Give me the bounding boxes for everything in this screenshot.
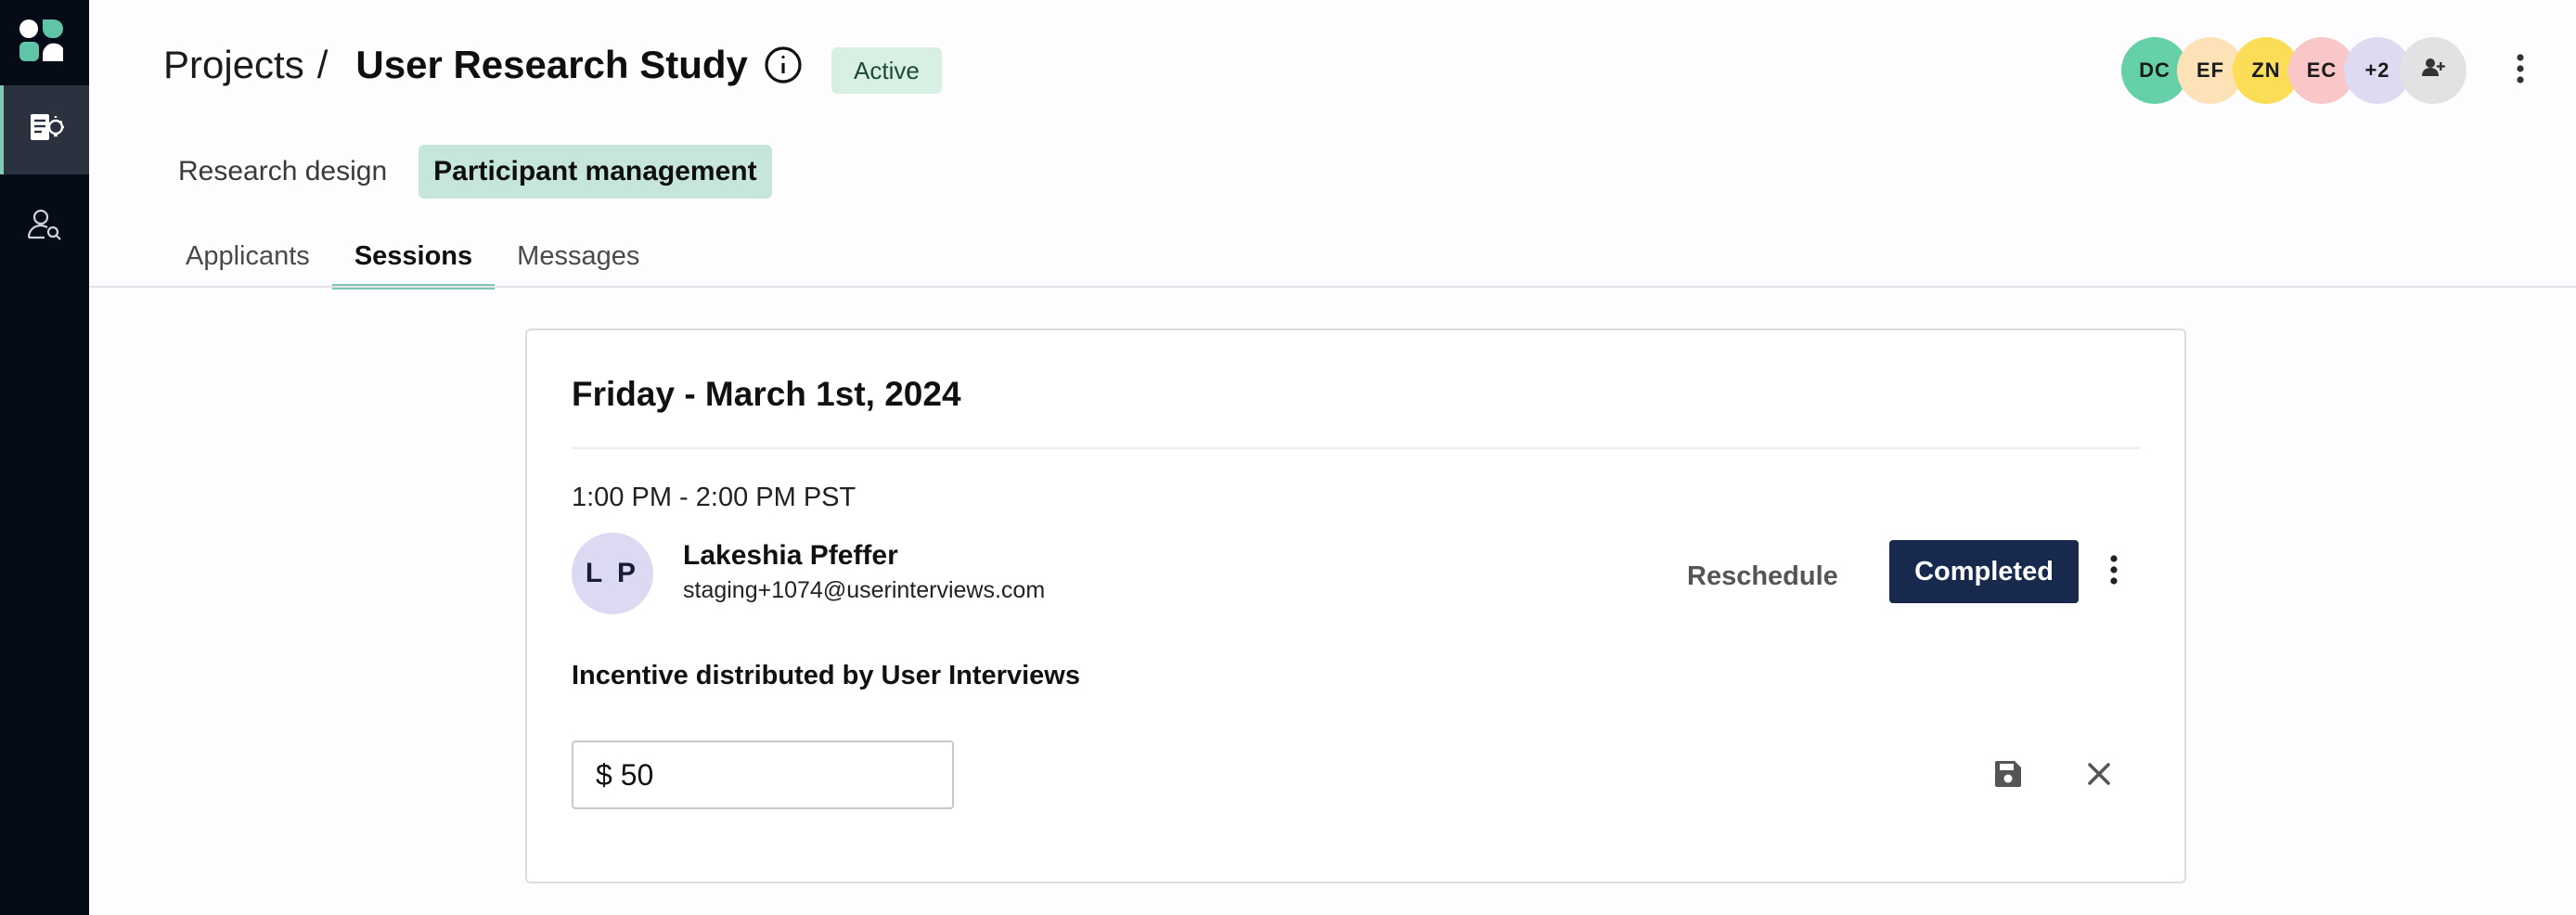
left-nav [0, 0, 89, 915]
reschedule-button[interactable]: Reschedule [1672, 546, 1853, 607]
divider [572, 447, 2140, 449]
more-options-button[interactable] [2500, 50, 2541, 91]
secondary-tabs: Applicants Sessions Messages [163, 226, 662, 290]
document-lightbulb-icon [27, 109, 66, 152]
info-icon[interactable] [763, 45, 804, 85]
close-icon [2086, 761, 2112, 792]
avatar-initials: DC [2139, 58, 2170, 82]
page-title: User Research Study [355, 43, 748, 86]
session-card: Friday - March 1st, 2024 1:00 PM - 2:00 … [525, 329, 2186, 883]
breadcrumb-separator: / [316, 43, 328, 86]
avatar-initials: +2 [2364, 58, 2390, 82]
participant-email: staging+1074@userinterviews.com [683, 577, 1046, 603]
session-date: Friday - March 1st, 2024 [572, 375, 961, 413]
collaborator-avatars: DC EF ZN EC +2 [2121, 37, 2467, 104]
breadcrumb-projects-link[interactable]: Projects [163, 43, 304, 87]
tab-research-design[interactable]: Research design [163, 145, 402, 199]
kebab-vertical-icon [2516, 53, 2525, 89]
incentive-amount-input[interactable]: $ 50 [572, 741, 954, 809]
save-button[interactable] [1988, 755, 2029, 796]
primary-tabs: Research design Participant management [163, 145, 772, 199]
user-search-icon [26, 206, 63, 248]
tab-participant-management[interactable]: Participant management [419, 145, 772, 199]
save-icon [1992, 758, 2024, 794]
kebab-vertical-icon [2109, 554, 2119, 590]
session-time: 1:00 PM - 2:00 PM PST [572, 483, 857, 512]
status-badge: Active [831, 47, 942, 94]
completed-button[interactable]: Completed [1889, 540, 2079, 603]
add-collaborator-button[interactable] [2400, 37, 2467, 104]
tabs-divider [89, 286, 2576, 288]
tab-sessions[interactable]: Sessions [331, 226, 496, 290]
cancel-button[interactable] [2079, 755, 2119, 796]
avatar-initials: EF [2196, 58, 2225, 82]
breadcrumb: Projects / User Research Study [163, 39, 804, 91]
tab-messages[interactable]: Messages [495, 226, 662, 286]
session-more-options-button[interactable] [2097, 549, 2131, 594]
app-logo[interactable] [19, 19, 63, 61]
avatar-initials: ZN [2251, 58, 2281, 82]
user-plus-icon [2419, 54, 2447, 87]
avatar-initials: EC [2306, 58, 2338, 82]
nav-item-participants[interactable] [0, 182, 89, 271]
participant-name[interactable]: Lakeshia Pfeffer [683, 540, 898, 572]
incentive-label: Incentive distributed by User Interviews [572, 661, 1080, 690]
participant-avatar: L P [572, 533, 653, 614]
tab-applicants[interactable]: Applicants [163, 226, 332, 286]
nav-item-research[interactable] [0, 85, 89, 174]
